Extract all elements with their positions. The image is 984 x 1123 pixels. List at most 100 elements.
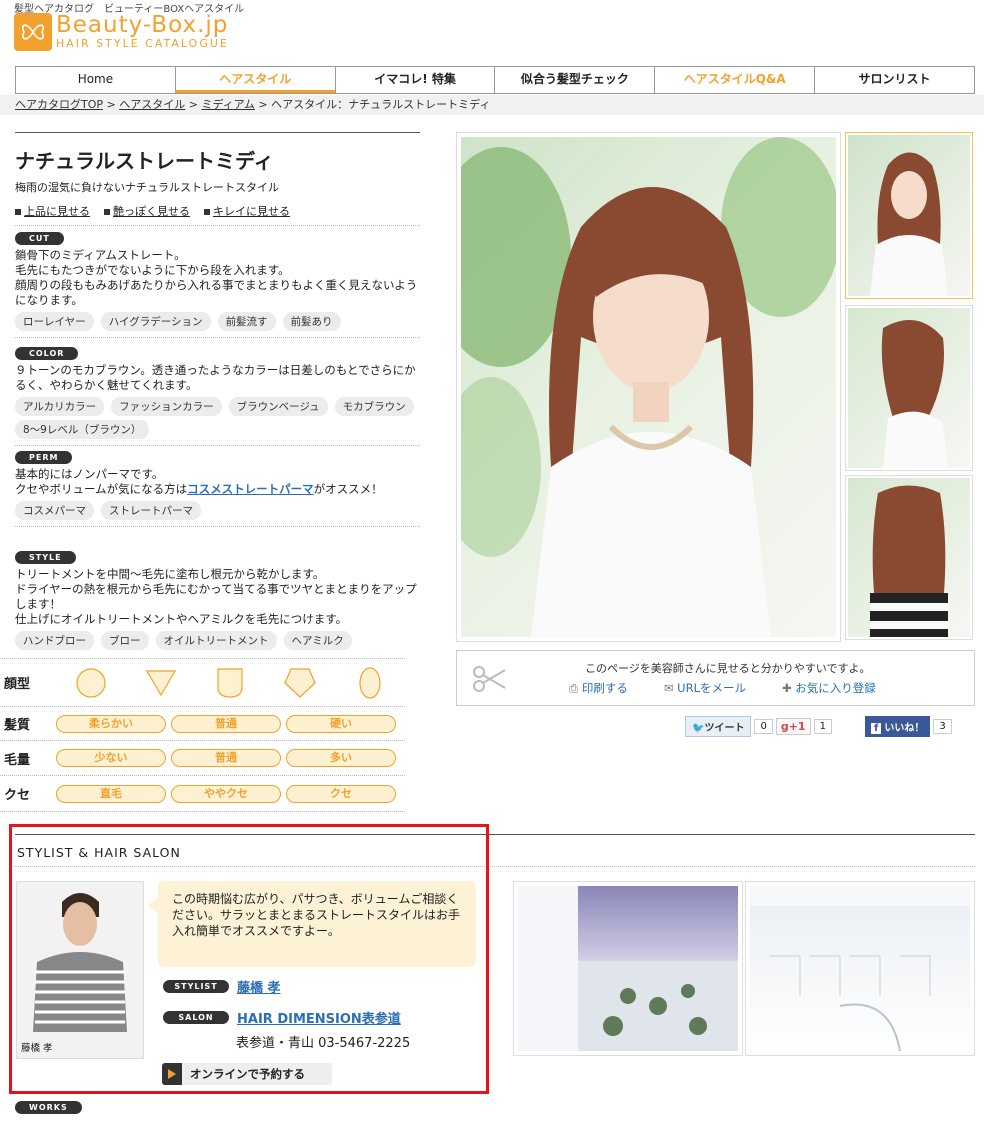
tag[interactable]: ファッションカラー (111, 397, 222, 416)
breadcrumb-top[interactable]: ヘアカタログTOP (15, 98, 103, 111)
pentagon-face-icon (284, 667, 316, 698)
model-front-image (461, 137, 836, 637)
nav-check[interactable]: 似合う髪型チェック (494, 67, 654, 93)
face-shape-label: 顔型 (4, 677, 31, 692)
breadcrumb: ヘアカタログTOP > ヘアスタイル > ミディアム > ヘアスタイル：ナチュラ… (0, 95, 984, 115)
tweet-count: 0 (754, 719, 773, 734)
style-properties: 顔型 髪質 柔らかい 普通 硬い 毛量 少ない 普通 多い クセ 直毛 ややクセ… (0, 658, 405, 812)
salon-photo-interior[interactable] (745, 881, 975, 1056)
tag[interactable]: コスメパーマ (15, 501, 94, 520)
hair-volume-label: 毛量 (4, 752, 31, 768)
thumbnail-back[interactable] (845, 475, 973, 640)
thumbnail-side-image (881, 320, 948, 468)
thumbnail-front[interactable] (845, 132, 973, 299)
hair-curl-straight[interactable]: 直毛 (56, 784, 166, 803)
section-cut: CUT 鎖骨下のミディアムストレート。 毛先にもたつきがでないように下から段を入… (15, 230, 420, 338)
tag[interactable]: アルカリカラー (15, 397, 105, 416)
square-face-icon (217, 667, 244, 698)
perm-tags: コスメパーマ ストレートパーマ (15, 501, 420, 520)
hair-texture-soft[interactable]: 柔らかい (56, 714, 166, 733)
logo-title: Beauty-Box.jp (56, 12, 229, 38)
logo-subtitle: HAIR STYLE CATALOGUE (56, 37, 229, 50)
facebook-like-button[interactable]: f いいね！ (865, 716, 931, 737)
salon-terrace-image (518, 886, 738, 1051)
share-box: このページを美容師さんに見せると分かりやすいですよ。 ⎙ 印刷する ✉ URLを… (456, 650, 975, 706)
color-label: COLOR (15, 347, 79, 360)
tag[interactable]: ブラウンベージュ (228, 397, 328, 416)
style-tags: ハンドブロー ブロー オイルトリートメント ヘアミルク (15, 631, 420, 650)
hair-texture-normal[interactable]: 普通 (171, 714, 281, 733)
style-text: トリートメントを中間〜毛先に塗布し根元から乾かします。 ドライヤーの熱を根元から… (15, 567, 417, 626)
oval-face-icon (359, 666, 381, 699)
hair-texture-hard[interactable]: 硬い (286, 714, 396, 733)
nav-feature[interactable]: イマコレ! 特集 (334, 67, 495, 93)
global-nav: Home ヘアスタイル イマコレ! 特集 似合う髪型チェック ヘアスタイルQ&A… (15, 66, 975, 94)
hair-volume-normal[interactable]: 普通 (171, 749, 281, 767)
tag[interactable]: ローレイヤー (15, 312, 94, 331)
print-button[interactable]: ⎙ 印刷する (569, 680, 628, 696)
mail-icon: ✉ (663, 681, 678, 695)
cut-tags: ローレイヤー ハイグラデーション 前髪流す 前髪あり (15, 312, 420, 331)
section-perm: PERM 基本的にはノンパーマです。 クセやボリュームが気になる方はコスメストレ… (15, 449, 420, 527)
view-link-sexy[interactable]: 艶っぽく見せる (113, 205, 190, 218)
cosme-straight-perm-link[interactable]: コスメストレートパーマ (187, 482, 314, 496)
view-link-pretty[interactable]: キレイに見せる (213, 205, 290, 218)
tag[interactable]: ハンドブロー (15, 631, 94, 650)
facebook-like: f いいね！ 3 (865, 716, 952, 737)
tag[interactable]: 前髪あり (282, 312, 341, 331)
tag[interactable]: ハイグラデーション (100, 312, 211, 331)
tag[interactable]: 前髪流す (217, 312, 276, 331)
favorite-button[interactable]: ✚ お気に入り登録 (782, 680, 876, 696)
section-style: STYLE トリートメントを中間〜毛先に塗布し根元から乾かします。 ドライヤーの… (15, 549, 420, 650)
highlight-box (9, 824, 489, 1094)
salon-photo-terrace[interactable] (513, 881, 743, 1056)
hair-curl-label: クセ (4, 788, 31, 803)
mail-button[interactable]: ✉ URLをメール (664, 680, 746, 696)
nav-qa[interactable]: ヘアスタイルQ&A (654, 67, 814, 93)
style-detail: ナチュラルストレートミディ 梅雨の湿気に負けないナチュラルストレートスタイル 上… (15, 132, 420, 226)
hair-volume-less[interactable]: 少ない (56, 749, 166, 767)
nav-home[interactable]: Home (15, 67, 175, 93)
tag[interactable]: ブロー (101, 631, 149, 650)
tag[interactable]: ストレートパーマ (101, 501, 201, 520)
gplus-count: 1 (813, 719, 832, 734)
thumbnail-front-image (870, 152, 948, 296)
view-links: 上品に見せる 艶っぽく見せる キレイに見せる (15, 203, 420, 219)
facebook-icon: f (871, 723, 882, 734)
like-count: 3 (933, 719, 952, 734)
section-color: COLOR ９トーンのモカブラウン。透き通ったようなカラーは日差しのもとでさらに… (15, 345, 420, 446)
tweet-button[interactable]: 🐦ツイート (685, 716, 752, 737)
breadcrumb-hairstyle[interactable]: ヘアスタイル (119, 98, 185, 111)
tag[interactable]: ヘアミルク (283, 631, 352, 650)
butterfly-logo-icon (14, 13, 52, 51)
gplus-button[interactable]: g+1 (775, 718, 811, 735)
social-buttons: 🐦ツイート 0 g+1 1 (685, 716, 832, 737)
printer-icon: ⎙ (569, 681, 582, 695)
tag[interactable]: モカブラウン (334, 397, 414, 416)
plus-icon: ✚ (781, 681, 796, 695)
triangle-face-icon (145, 669, 176, 696)
face-shape-row: 顔型 (0, 659, 405, 707)
site-logo[interactable]: Beauty-Box.jp HAIR STYLE CATALOGUE (14, 13, 229, 51)
hair-curl-row: クセ 直毛 ややクセ クセ (0, 776, 405, 812)
thumbnail-side[interactable] (845, 305, 973, 471)
tag[interactable]: 8〜9レベル（ブラウン） (15, 420, 150, 439)
view-link-elegant[interactable]: 上品に見せる (24, 205, 90, 218)
hair-curl-curly[interactable]: クセ (286, 784, 396, 803)
hair-curl-slight[interactable]: ややクセ (171, 784, 281, 803)
color-text: ９トーンのモカブラウン。透き通ったようなカラーは日差しのもとでさらにかるく、やわ… (15, 363, 416, 392)
nav-salon-list[interactable]: サロンリスト (814, 67, 975, 93)
hair-texture-row: 髪質 柔らかい 普通 硬い (0, 707, 405, 741)
color-tags: アルカリカラー ファッションカラー ブラウンベージュ モカブラウン 8〜9レベル… (15, 397, 420, 439)
breadcrumb-medium[interactable]: ミディアム (201, 98, 254, 111)
share-links: ⎙ 印刷する ✉ URLをメール ✚ お気に入り登録 (569, 680, 876, 696)
hair-volume-more[interactable]: 多い (286, 749, 396, 767)
scissors-icon (473, 666, 506, 692)
twitter-bird-icon: 🐦 (692, 723, 705, 734)
works-label: WORKS (15, 1101, 82, 1114)
hair-volume-row: 毛量 少ない 普通 多い (0, 741, 405, 776)
tag[interactable]: オイルトリートメント (155, 631, 277, 650)
thumbnail-back-image (870, 485, 948, 637)
salon-interior-image (750, 886, 970, 1051)
nav-hairstyle[interactable]: ヘアスタイル (174, 67, 335, 93)
